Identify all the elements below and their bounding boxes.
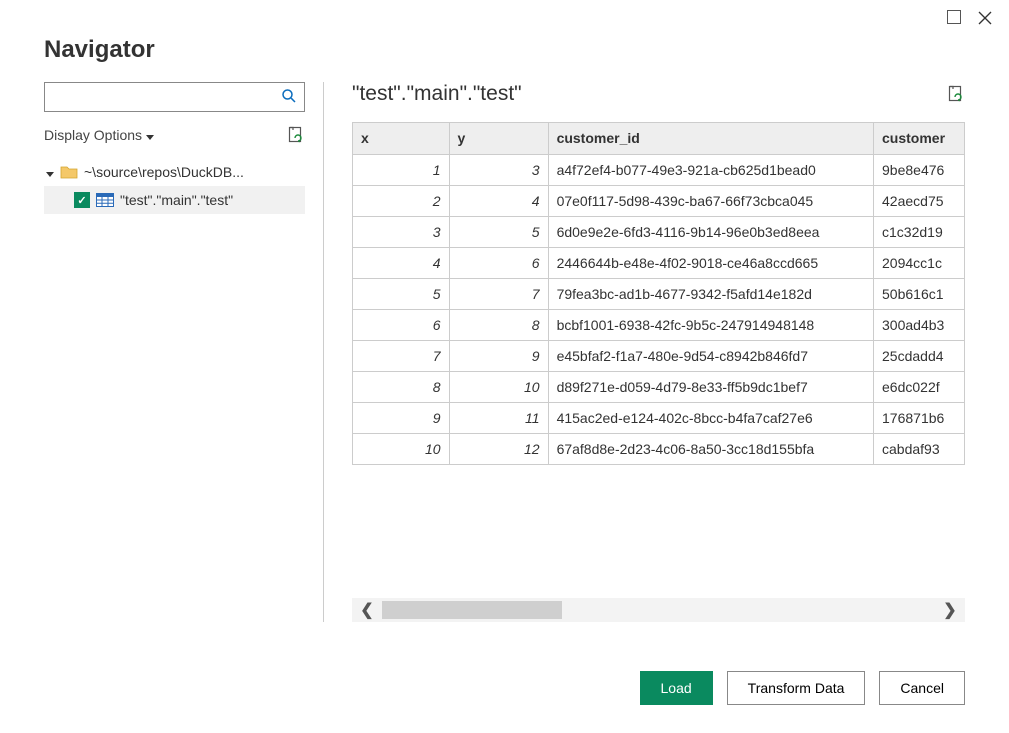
table-cell: 6d0e9e2e-6fd3-4116-9b14-96e0b3ed8eea — [548, 216, 873, 247]
search-icon[interactable] — [281, 88, 297, 107]
table-cell: 300ad4b3 — [874, 309, 965, 340]
table-row[interactable]: 13a4f72ef4-b077-49e3-921a-cb625d1bead09b… — [353, 154, 965, 185]
preview-refresh-icon[interactable] — [947, 85, 965, 103]
table-checkbox[interactable]: ✓ — [74, 192, 90, 208]
table-cell: 67af8d8e-2d23-4c06-8a50-3cc18d155bfa — [548, 433, 873, 464]
table-cell: 42aecd75 — [874, 185, 965, 216]
table-cell: 2094cc1c — [874, 247, 965, 278]
column-header[interactable]: customer_id — [548, 123, 873, 154]
preview-table: xycustomer_idcustomer 13a4f72ef4-b077-49… — [353, 123, 965, 465]
horizontal-scrollbar[interactable]: ❮ ❯ — [352, 598, 965, 622]
search-input-wrap — [44, 82, 305, 112]
preview-panel: "test"."main"."test" xycustomer_idcustom… — [324, 82, 965, 622]
table-row[interactable]: 5779fea3bc-ad1b-4677-9342-f5afd14e182d50… — [353, 278, 965, 309]
table-cell: 12 — [449, 433, 548, 464]
table-cell: a4f72ef4-b077-49e3-921a-cb625d1bead0 — [548, 154, 873, 185]
scroll-left-arrow[interactable]: ❮ — [352, 600, 382, 620]
tree-root-node[interactable]: ~\source\repos\DuckDB... — [44, 158, 305, 186]
table-cell: 5 — [449, 216, 548, 247]
column-header[interactable]: x — [353, 123, 449, 154]
scroll-right-arrow[interactable]: ❯ — [935, 600, 965, 620]
table-cell: 79fea3bc-ad1b-4677-9342-f5afd14e182d — [548, 278, 873, 309]
display-options-dropdown[interactable]: Display Options — [44, 127, 154, 143]
maximize-button[interactable] — [947, 10, 961, 24]
table-cell: 9 — [449, 340, 548, 371]
table-cell: e45bfaf2-f1a7-480e-9d54-c8942b846fd7 — [548, 340, 873, 371]
table-cell: 11 — [449, 402, 548, 433]
table-row[interactable]: 462446644b-e48e-4f02-9018-ce46a8ccd66520… — [353, 247, 965, 278]
table-row[interactable]: 2407e0f117-5d98-439c-ba67-66f73cbca04542… — [353, 185, 965, 216]
transform-data-button[interactable]: Transform Data — [727, 671, 866, 705]
table-row[interactable]: 101267af8d8e-2d23-4c06-8a50-3cc18d155bfa… — [353, 433, 965, 464]
search-input[interactable] — [44, 82, 305, 112]
table-cell: c1c32d19 — [874, 216, 965, 247]
scroll-thumb[interactable] — [382, 601, 562, 619]
table-cell: 3 — [449, 154, 548, 185]
chevron-down-icon — [146, 127, 154, 143]
table-row[interactable]: 356d0e9e2e-6fd3-4116-9b14-96e0b3ed8eeac1… — [353, 216, 965, 247]
table-cell: 4 — [353, 247, 449, 278]
column-header[interactable]: customer — [874, 123, 965, 154]
table-cell: 5 — [353, 278, 449, 309]
tree-root-label: ~\source\repos\DuckDB... — [84, 164, 244, 180]
table-cell: 1 — [353, 154, 449, 185]
table-cell: 7 — [449, 278, 548, 309]
table-row[interactable]: 68bcbf1001-6938-42fc-9b5c-24791494814830… — [353, 309, 965, 340]
table-cell: 415ac2ed-e124-402c-8bcc-b4fa7caf27e6 — [548, 402, 873, 433]
table-cell: cabdaf93 — [874, 433, 965, 464]
refresh-icon[interactable] — [287, 126, 305, 144]
tree-table-label: "test"."main"."test" — [120, 192, 233, 208]
close-button[interactable] — [977, 10, 993, 26]
table-cell: 2 — [353, 185, 449, 216]
table-cell: 3 — [353, 216, 449, 247]
table-cell: 9 — [353, 402, 449, 433]
table-cell: 07e0f117-5d98-439c-ba67-66f73cbca045 — [548, 185, 873, 216]
table-cell: 25cdadd4 — [874, 340, 965, 371]
preview-table-wrap: xycustomer_idcustomer 13a4f72ef4-b077-49… — [352, 122, 965, 465]
table-cell: 10 — [353, 433, 449, 464]
column-header[interactable]: y — [449, 123, 548, 154]
table-cell: 6 — [353, 309, 449, 340]
page-title: Navigator — [44, 36, 965, 64]
table-cell: 8 — [353, 371, 449, 402]
navigator-sidebar: Display Options ~\source\repos\DuckDB...… — [44, 82, 324, 622]
table-row[interactable]: 810d89f271e-d059-4d79-8e33-ff5b9dc1bef7e… — [353, 371, 965, 402]
display-options-label: Display Options — [44, 127, 142, 143]
table-cell: 10 — [449, 371, 548, 402]
table-icon — [96, 193, 114, 207]
table-cell: 176871b6 — [874, 402, 965, 433]
expand-icon — [46, 164, 54, 180]
table-cell: e6dc022f — [874, 371, 965, 402]
cancel-button[interactable]: Cancel — [879, 671, 965, 705]
table-cell: bcbf1001-6938-42fc-9b5c-247914948148 — [548, 309, 873, 340]
table-cell: 50b616c1 — [874, 278, 965, 309]
table-cell: 7 — [353, 340, 449, 371]
table-cell: 2446644b-e48e-4f02-9018-ce46a8ccd665 — [548, 247, 873, 278]
preview-title: "test"."main"."test" — [352, 82, 522, 106]
table-row[interactable]: 79e45bfaf2-f1a7-480e-9d54-c8942b846fd725… — [353, 340, 965, 371]
load-button[interactable]: Load — [640, 671, 713, 705]
table-cell: 8 — [449, 309, 548, 340]
scroll-track[interactable] — [382, 601, 935, 619]
table-row[interactable]: 911415ac2ed-e124-402c-8bcc-b4fa7caf27e61… — [353, 402, 965, 433]
table-cell: d89f271e-d059-4d79-8e33-ff5b9dc1bef7 — [548, 371, 873, 402]
table-cell: 9be8e476 — [874, 154, 965, 185]
folder-icon — [60, 165, 78, 179]
table-cell: 6 — [449, 247, 548, 278]
tree-table-node[interactable]: ✓ "test"."main"."test" — [44, 186, 305, 214]
table-cell: 4 — [449, 185, 548, 216]
